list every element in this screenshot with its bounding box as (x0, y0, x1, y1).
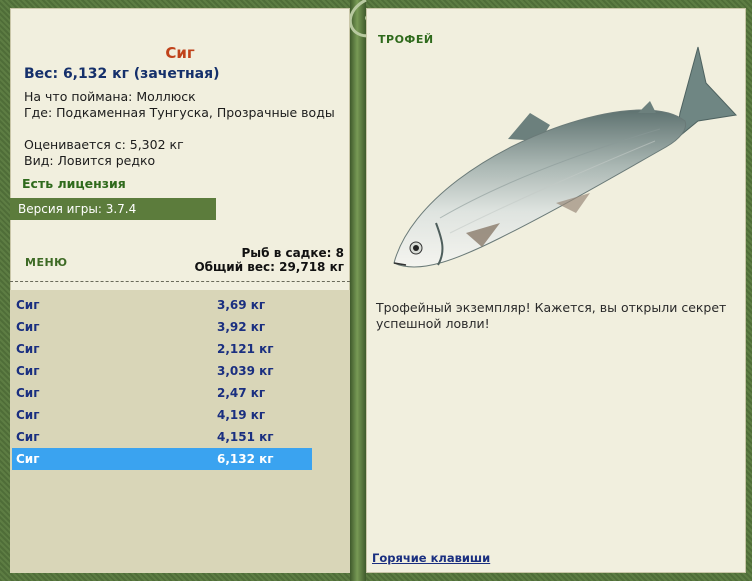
catch-name: Сиг (16, 386, 40, 400)
catch-list-item[interactable]: Сиг 2,121 кг (12, 338, 312, 360)
catch-name: Сиг (16, 408, 40, 422)
fish-image (393, 46, 738, 268)
catch-weight: 6,132 кг (217, 452, 274, 466)
catch-weight: 3,69 кг (217, 298, 266, 312)
catch-weight: 2,121 кг (217, 342, 274, 356)
catch-list-item[interactable]: Сиг 4,19 кг (12, 404, 312, 426)
game-version: Версия игры: 3.7.4 (10, 198, 216, 220)
license-status: Есть лицензия (22, 176, 126, 191)
catch-list-item[interactable]: Сиг 2,47 кг (12, 382, 312, 404)
catch-list-item-selected[interactable]: Сиг 6,132 кг (12, 448, 312, 470)
catch-name: Сиг (16, 320, 40, 334)
catch-weight: 3,039 кг (217, 364, 274, 378)
dashed-divider (10, 281, 350, 282)
species-info: Вид: Ловится редко (24, 153, 156, 168)
trophy-message: Трофейный экземпляр! Кажется, вы открыли… (376, 300, 727, 331)
catch-name: Сиг (16, 298, 40, 312)
location-info: Где: Подкаменная Тунгуска, Прозрачные во… (24, 105, 335, 120)
catch-name: Сиг (16, 452, 40, 466)
cage-count: Рыб в садке: 8 (241, 246, 345, 260)
catch-name: Сиг (16, 364, 40, 378)
cage-stats: Рыб в садке: 8 Общий вес: 29,718 кг (194, 246, 344, 274)
panel-divider (350, 0, 366, 581)
catch-weight: 4,19 кг (217, 408, 266, 422)
fish-info-panel: Сиг Вес: 6,132 кг (зачетная) На что пойм… (10, 8, 350, 573)
bait-info: На что поймана: Моллюск (24, 89, 196, 104)
estimate-info: Оценивается с: 5,302 кг (24, 137, 184, 152)
catch-weight: 2,47 кг (217, 386, 266, 400)
menu-button[interactable]: МЕНЮ (25, 256, 68, 269)
catch-weight: 3,92 кг (217, 320, 266, 334)
catch-list-item[interactable]: Сиг 3,92 кг (12, 316, 312, 338)
trophy-panel: ТРОФЕЙ Трофейный экземпляр! Кажется, вы … (366, 8, 746, 573)
catch-list-item[interactable]: Сиг 3,69 кг (12, 294, 312, 316)
fish-weight: Вес: 6,132 кг (зачетная) (24, 66, 220, 82)
fish-title: Сиг (165, 44, 195, 62)
catch-weight: 4,151 кг (217, 430, 274, 444)
catch-name: Сиг (16, 342, 40, 356)
catch-list-item[interactable]: Сиг 3,039 кг (12, 360, 312, 382)
cage-total-weight: Общий вес: 29,718 кг (194, 260, 344, 274)
catch-list: Сиг 3,69 кг Сиг 3,92 кг Сиг 2,121 кг Сиг… (10, 290, 350, 573)
catch-name: Сиг (16, 430, 40, 444)
catch-list-item[interactable]: Сиг 4,151 кг (12, 426, 312, 448)
hotkeys-link[interactable]: Горячие клавиши (372, 551, 490, 565)
